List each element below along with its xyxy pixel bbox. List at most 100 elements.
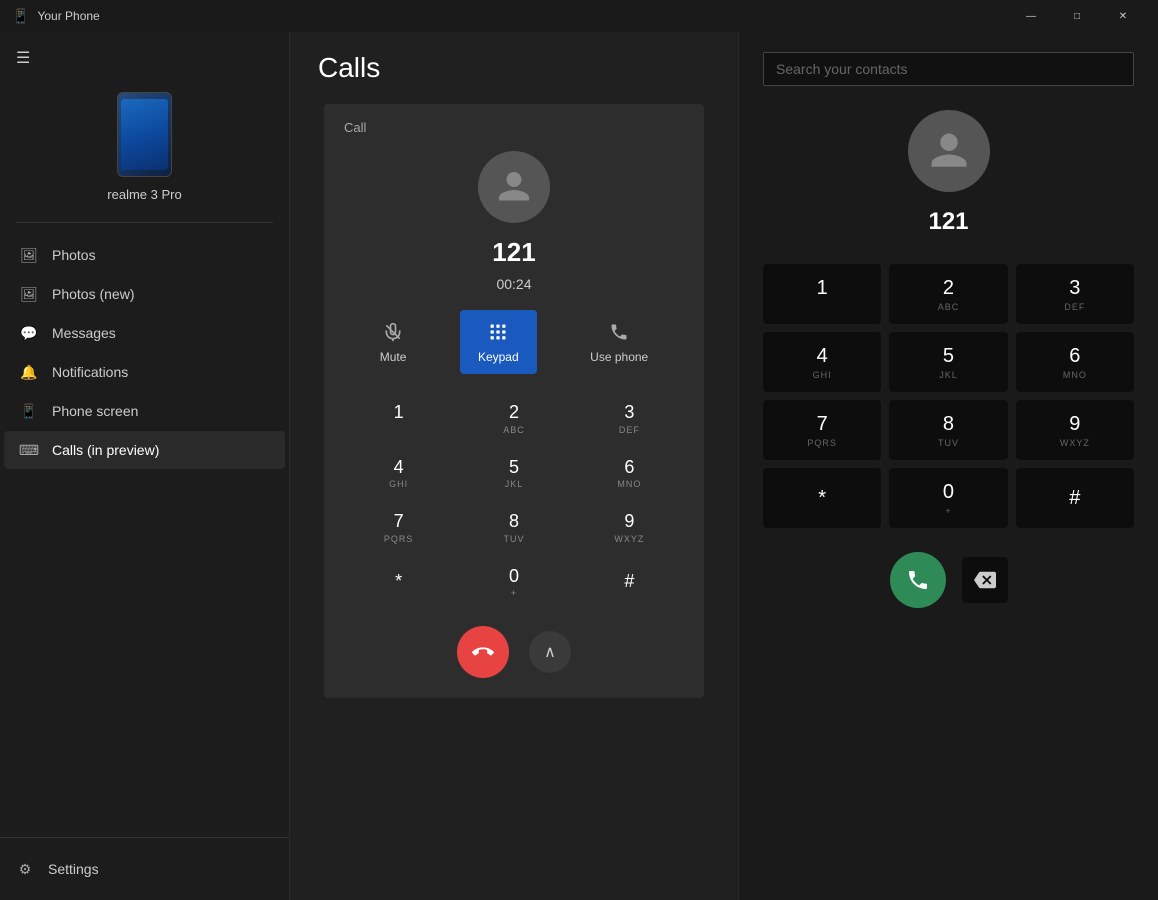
hamburger-menu-icon[interactable]: ☰ [16, 48, 30, 68]
photos-new-icon: 🖼 [20, 285, 38, 303]
key-1[interactable]: 1 [344, 394, 453, 443]
user-icon [496, 169, 532, 205]
device-section: realme 3 Pro [0, 76, 289, 222]
device-image [117, 92, 172, 177]
use-phone-label: Use phone [590, 350, 648, 364]
key-star[interactable]: * [344, 558, 453, 607]
right-action-row [890, 552, 1008, 608]
right-key-1[interactable]: 1 [763, 264, 881, 324]
mute-icon [381, 320, 405, 344]
right-call-icon [906, 568, 930, 592]
titlebar-controls: — □ ✕ [1008, 0, 1146, 32]
photos-icon: 🖼 [20, 246, 38, 264]
sidebar-item-photos[interactable]: 🖼 Photos [4, 236, 285, 274]
right-key-8[interactable]: 8 TUV [889, 400, 1007, 460]
sidebar: ☰ realme 3 Pro 🖼 Photos 🖼 Photos (new) 💬… [0, 32, 290, 900]
device-screen [121, 99, 168, 170]
sidebar-item-label: Notifications [52, 364, 128, 380]
app-title: Your Phone [37, 9, 99, 23]
keypad-label: Keypad [478, 350, 519, 364]
right-user-icon [928, 130, 970, 172]
call-controls: Mute [344, 310, 684, 374]
right-panel: 121 1 2 ABC 3 DEF 4 GHI 5 JKL [738, 32, 1158, 900]
right-key-6[interactable]: 6 MNO [1016, 332, 1134, 392]
right-key-0[interactable]: 0 + [889, 468, 1007, 528]
right-key-star[interactable]: * [763, 468, 881, 528]
caller-number: 121 [492, 237, 535, 268]
keypad-icon [486, 320, 510, 344]
close-button[interactable]: ✕ [1100, 0, 1146, 32]
sidebar-item-label: Messages [52, 325, 116, 341]
search-input[interactable] [763, 52, 1134, 86]
sidebar-divider [16, 222, 273, 223]
key-hash[interactable]: # [575, 558, 684, 607]
call-timer: 00:24 [496, 276, 531, 292]
right-caller-avatar [908, 110, 990, 192]
right-key-9[interactable]: 9 WXYZ [1016, 400, 1134, 460]
right-keypad-grid: 1 2 ABC 3 DEF 4 GHI 5 JKL 6 MNO [763, 264, 1134, 528]
call-action-row: ∧ [457, 626, 571, 678]
app-body: ☰ realme 3 Pro 🖼 Photos 🖼 Photos (new) 💬… [0, 32, 1158, 900]
key-8[interactable]: 8 TUV [459, 503, 568, 552]
mute-label: Mute [380, 350, 407, 364]
calls-icon: ⌨ [20, 441, 38, 459]
end-call-button[interactable] [457, 626, 509, 678]
key-5[interactable]: 5 JKL [459, 449, 568, 498]
caller-avatar [478, 151, 550, 223]
backspace-icon [974, 569, 996, 591]
sidebar-item-messages[interactable]: 💬 Messages [4, 314, 285, 352]
key-4[interactable]: 4 GHI [344, 449, 453, 498]
key-0[interactable]: 0 + [459, 558, 568, 607]
sidebar-item-calls[interactable]: ⌨ Calls (in preview) [4, 431, 285, 469]
sidebar-footer: ⚙ Settings [0, 837, 289, 900]
right-caller-number: 121 [928, 208, 968, 236]
sidebar-header: ☰ [0, 32, 289, 76]
use-phone-button[interactable]: Use phone [572, 310, 666, 374]
key-3[interactable]: 3 DEF [575, 394, 684, 443]
page-title: Calls [290, 32, 738, 94]
minimize-button[interactable]: — [1008, 0, 1054, 32]
keypad-grid: 1 2 ABC 3 DEF 4 GHI [344, 394, 684, 606]
sidebar-item-notifications[interactable]: 🔔 Notifications [4, 353, 285, 391]
messages-icon: 💬 [20, 324, 38, 342]
sidebar-item-label: Phone screen [52, 403, 138, 419]
sidebar-item-photos-new[interactable]: 🖼 Photos (new) [4, 275, 285, 313]
key-7[interactable]: 7 PQRS [344, 503, 453, 552]
sidebar-item-label: Photos (new) [52, 286, 134, 302]
end-call-icon [472, 641, 494, 663]
phone-screen-icon: 📱 [20, 402, 38, 420]
phone-card-area: Call 121 00:24 [290, 94, 738, 900]
right-key-5[interactable]: 5 JKL [889, 332, 1007, 392]
maximize-button[interactable]: □ [1054, 0, 1100, 32]
app-icon: 📱 [12, 8, 29, 25]
mute-button[interactable]: Mute [362, 310, 425, 374]
settings-icon: ⚙ [16, 860, 34, 878]
nav-items: 🖼 Photos 🖼 Photos (new) 💬 Messages 🔔 Not… [0, 231, 289, 837]
sidebar-item-label: Photos [52, 247, 96, 263]
key-6[interactable]: 6 MNO [575, 449, 684, 498]
right-key-hash[interactable]: # [1016, 468, 1134, 528]
chevron-up-icon: ∧ [544, 642, 556, 662]
titlebar-left: 📱 Your Phone [12, 8, 100, 25]
device-name: realme 3 Pro [107, 187, 181, 202]
sidebar-item-label: Calls (in preview) [52, 442, 159, 458]
sidebar-item-phone-screen[interactable]: 📱 Phone screen [4, 392, 285, 430]
settings-label: Settings [48, 861, 99, 877]
search-container [763, 52, 1134, 86]
keypad-button[interactable]: Keypad [460, 310, 537, 374]
right-key-3[interactable]: 3 DEF [1016, 264, 1134, 324]
titlebar: 📱 Your Phone — □ ✕ [0, 0, 1158, 32]
right-key-4[interactable]: 4 GHI [763, 332, 881, 392]
key-2[interactable]: 2 ABC [459, 394, 568, 443]
more-options-button[interactable]: ∧ [529, 631, 571, 673]
settings-item[interactable]: ⚙ Settings [0, 850, 289, 888]
right-backspace-button[interactable] [962, 557, 1008, 603]
use-phone-icon [607, 320, 631, 344]
phone-card: Call 121 00:24 [324, 104, 704, 698]
notifications-icon: 🔔 [20, 363, 38, 381]
right-key-7[interactable]: 7 PQRS [763, 400, 881, 460]
phone-card-label: Call [344, 120, 366, 135]
right-call-button[interactable] [890, 552, 946, 608]
right-key-2[interactable]: 2 ABC [889, 264, 1007, 324]
key-9[interactable]: 9 WXYZ [575, 503, 684, 552]
